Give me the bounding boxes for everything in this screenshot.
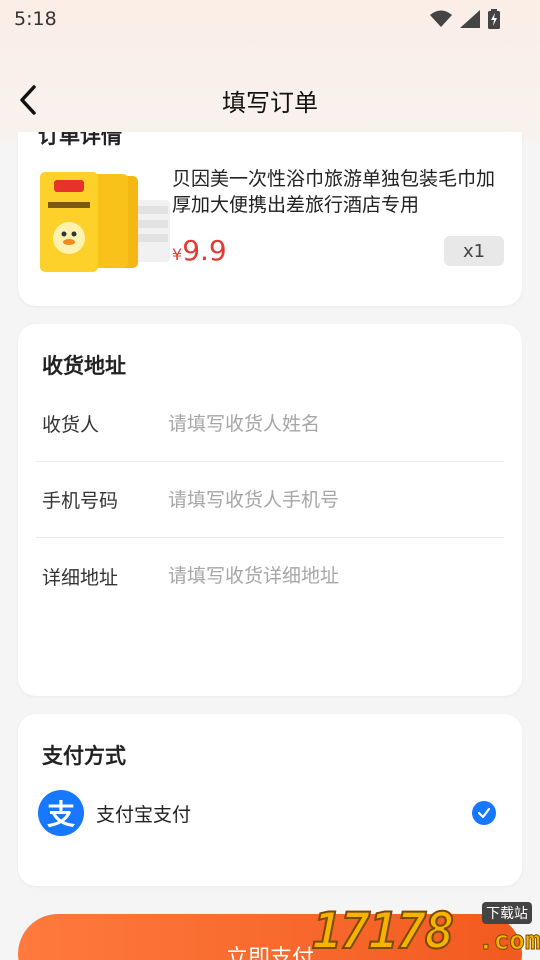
status-icons: [430, 9, 500, 29]
checkmark-icon[interactable]: [472, 801, 496, 825]
payment-method-card: 支付方式 支 支付宝支付: [18, 714, 522, 886]
recipient-name-label: 收货人: [42, 414, 100, 436]
phone-number-input[interactable]: [168, 488, 504, 511]
recipient-name-input[interactable]: [168, 412, 504, 435]
shipping-address-card: 收货地址 收货人 手机号码 详细地址: [18, 324, 522, 696]
site-watermark: 17178 下载站 .com: [310, 896, 540, 960]
alipay-option[interactable]: 支 支付宝支付: [38, 790, 502, 836]
cellular-signal-icon: [460, 10, 480, 28]
back-arrow-icon: [20, 85, 36, 115]
status-time: 5:18: [14, 8, 57, 30]
order-details-card: 订单详情 贝因美一次性浴巾旅游单独包装毛巾加厚加大便携出差旅行酒店专用 ¥9.9…: [18, 132, 522, 306]
page-title: 填写订单: [222, 88, 318, 117]
watermark-tag: 下载站: [482, 902, 532, 924]
back-button[interactable]: [10, 82, 46, 118]
product-price: ¥9.9: [172, 234, 227, 267]
product-title: 贝因美一次性浴巾旅游单独包装毛巾加厚加大便携出差旅行酒店专用: [172, 168, 496, 216]
recipient-name-row: 收货人: [36, 386, 504, 462]
status-bar: 5:18: [0, 0, 540, 38]
watermark-digits: 17178: [311, 901, 456, 960]
payment-method-title: 支付方式: [42, 744, 126, 768]
phone-number-label: 手机号码: [42, 490, 119, 512]
battery-charging-icon: [488, 9, 500, 29]
alipay-label: 支付宝支付: [96, 803, 192, 826]
order-details-heading: 订单详情: [38, 132, 122, 148]
detailed-address-input[interactable]: [168, 565, 504, 587]
detailed-address-row: 详细地址: [36, 538, 504, 614]
price-value: 9.9: [182, 234, 227, 267]
product-image: [40, 172, 170, 272]
phone-number-row: 手机号码: [36, 462, 504, 538]
watermark-suffix: .com: [478, 926, 540, 957]
price-currency-symbol: ¥: [172, 245, 183, 264]
shipping-address-title: 收货地址: [42, 354, 126, 378]
quantity-badge: x1: [444, 236, 504, 266]
detailed-address-label: 详细地址: [42, 566, 119, 589]
wifi-icon: [430, 10, 452, 27]
navigation-bar: 填写订单: [0, 76, 540, 124]
alipay-icon: 支: [38, 790, 84, 836]
